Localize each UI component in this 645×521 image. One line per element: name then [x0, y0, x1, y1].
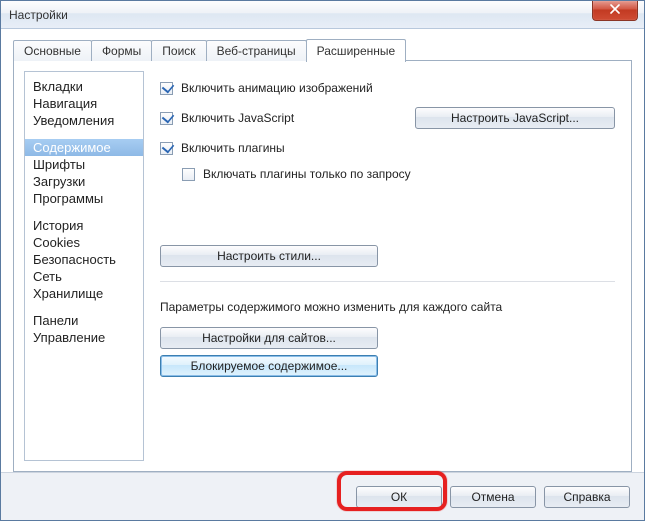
help-button[interactable]: Справка [544, 486, 630, 508]
ok-button[interactable]: ОК [356, 486, 442, 508]
tab-search[interactable]: Поиск [151, 40, 206, 61]
client-area: Основные Формы Поиск Веб-страницы Расшир… [1, 29, 644, 472]
checkbox-enable-image-anim[interactable] [160, 82, 173, 95]
label-enable-image-anim: Включить анимацию изображений [181, 81, 373, 95]
tab-general[interactable]: Основные [13, 40, 92, 61]
sidebar-item-cookies[interactable]: Cookies [25, 234, 143, 251]
tab-forms[interactable]: Формы [91, 40, 152, 61]
row-enable-js: Включить JavaScript Настроить JavaScript… [160, 101, 615, 135]
sidebar-item-storage[interactable]: Хранилище [25, 285, 143, 302]
advanced-sidebar: Вкладки Навигация Уведомления Содержимое… [24, 71, 144, 461]
close-button[interactable] [592, 1, 638, 21]
dialog-footer: ОК Отмена Справка [1, 472, 644, 520]
row-site-settings: Настройки для сайтов... [160, 324, 615, 352]
sidebar-item-content[interactable]: Содержимое [25, 139, 143, 156]
sidebar-item-security[interactable]: Безопасность [25, 251, 143, 268]
sidebar-item-management[interactable]: Управление [25, 329, 143, 346]
row-enable-plugins: Включить плагины [160, 135, 615, 161]
sidebar-item-fonts[interactable]: Шрифты [25, 156, 143, 173]
checkbox-enable-js[interactable] [160, 112, 173, 125]
close-icon [610, 4, 620, 14]
sidebar-item-navigation[interactable]: Навигация [25, 95, 143, 112]
label-plugins-on-demand: Включать плагины только по запросу [203, 167, 411, 181]
label-enable-js: Включить JavaScript [181, 111, 294, 125]
sidebar-item-network[interactable]: Сеть [25, 268, 143, 285]
tab-advanced[interactable]: Расширенные [306, 39, 407, 62]
blocked-content-button[interactable]: Блокируемое содержимое... [160, 355, 378, 377]
tab-panel-advanced: Вкладки Навигация Уведомления Содержимое… [13, 60, 632, 472]
tab-strip: Основные Формы Поиск Веб-страницы Расшир… [13, 39, 632, 61]
checkbox-enable-plugins[interactable] [160, 142, 173, 155]
tab-webpages[interactable]: Веб-страницы [206, 40, 307, 61]
row-blocked-content: Блокируемое содержимое... [160, 352, 615, 380]
label-enable-plugins: Включить плагины [181, 141, 285, 155]
sidebar-item-notifications[interactable]: Уведомления [25, 112, 143, 129]
separator [160, 281, 615, 282]
sidebar-item-tabs[interactable]: Вкладки [25, 78, 143, 95]
site-params-description: Параметры содержимого можно изменить для… [160, 294, 615, 324]
sidebar-item-downloads[interactable]: Загрузки [25, 173, 143, 190]
row-plugins-on-demand: Включать плагины только по запросу [160, 161, 615, 187]
window-title: Настройки [9, 8, 68, 22]
checkbox-plugins-on-demand[interactable] [182, 168, 195, 181]
settings-window: Настройки Основные Формы Поиск Веб-стран… [0, 0, 645, 521]
configure-styles-button[interactable]: Настроить стили... [160, 245, 378, 267]
sidebar-item-history[interactable]: История [25, 217, 143, 234]
sidebar-item-panels[interactable]: Панели [25, 312, 143, 329]
row-configure-styles: Настроить стили... [160, 239, 615, 273]
titlebar: Настройки [1, 1, 644, 29]
configure-js-button[interactable]: Настроить JavaScript... [415, 107, 615, 129]
site-settings-button[interactable]: Настройки для сайтов... [160, 327, 378, 349]
content-pane: Включить анимацию изображений Включить J… [154, 71, 621, 461]
cancel-button[interactable]: Отмена [450, 486, 536, 508]
row-enable-image-anim: Включить анимацию изображений [160, 75, 615, 101]
sidebar-item-programs[interactable]: Программы [25, 190, 143, 207]
